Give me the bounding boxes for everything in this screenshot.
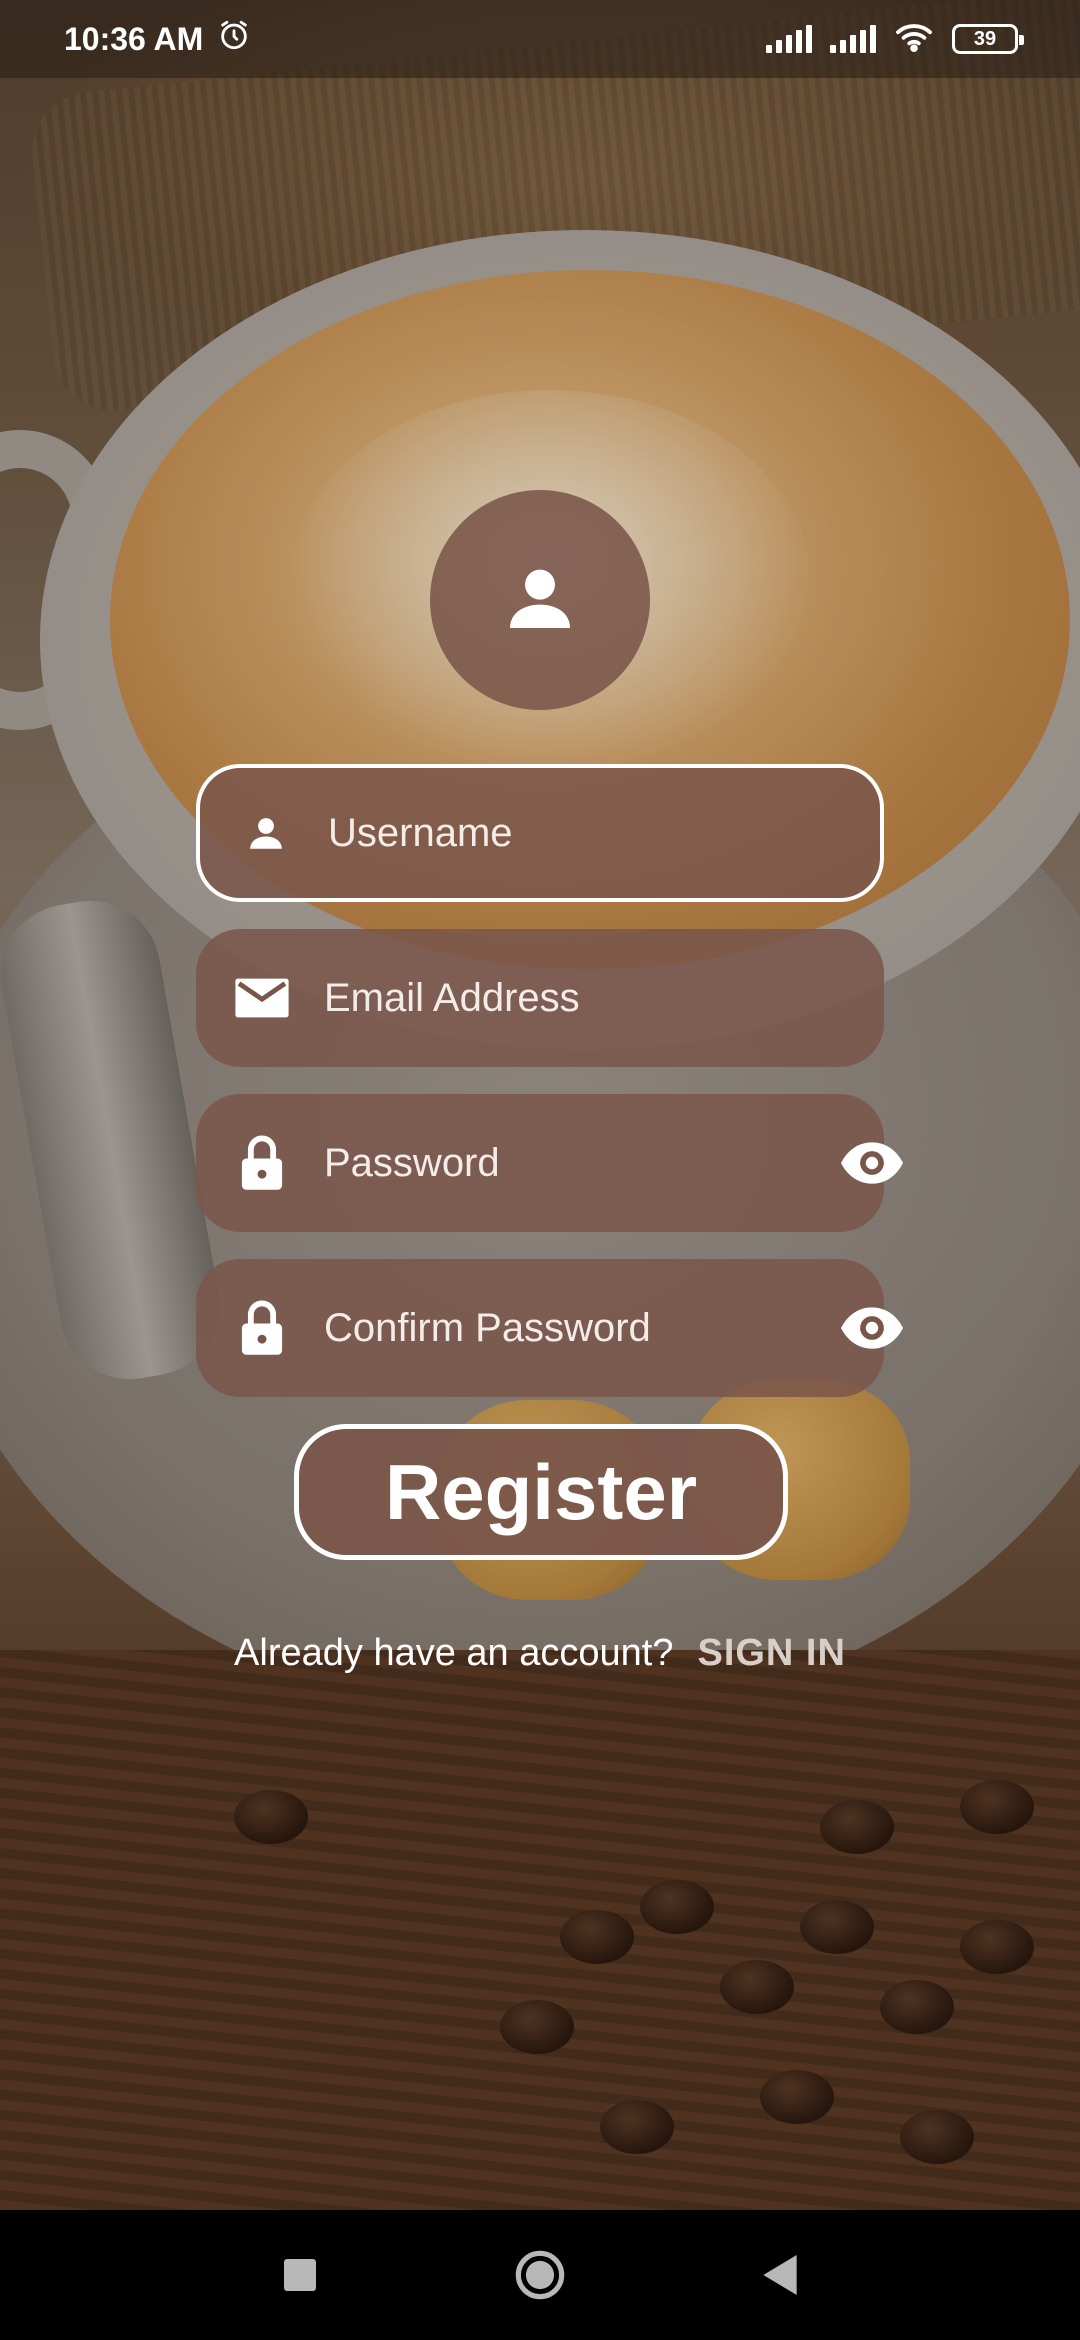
navigation-bar [0,2210,1080,2340]
confirm-password-input[interactable] [292,1259,839,1397]
battery-level: 39 [973,27,997,50]
circle-icon [515,2250,565,2300]
password-input[interactable] [292,1094,839,1232]
signin-link[interactable]: SIGN IN [697,1632,845,1675]
triangle-icon [763,2255,797,2295]
eye-icon[interactable] [839,1130,905,1196]
square-icon [284,2259,316,2291]
lock-icon [232,1298,292,1358]
lock-icon [232,1133,292,1193]
status-time: 10:36 AM [64,20,204,57]
alarm-icon [217,18,251,60]
home-button[interactable] [510,2245,570,2305]
wifi-icon [894,21,934,58]
account-question: Already have an account? [234,1632,674,1674]
person-icon [236,803,296,863]
person-icon [500,558,580,643]
status-bar: 10:36 AM 39 [0,0,1080,78]
status-right: 39 [766,21,1024,58]
back-button[interactable] [750,2245,810,2305]
recents-button[interactable] [270,2245,330,2305]
avatar [430,490,650,710]
email-field[interactable] [196,929,884,1067]
email-input[interactable] [292,929,848,1067]
password-field[interactable] [196,1094,903,1232]
battery-icon: 39 [952,24,1024,54]
signal-icon [830,25,876,53]
signin-prompt: Already have an account? SIGN IN [0,1632,1080,1675]
username-input[interactable] [296,768,844,898]
mail-icon [232,968,292,1028]
username-field[interactable] [196,764,884,902]
confirm-password-field[interactable] [196,1259,903,1397]
signal-icon [766,25,812,53]
status-left: 10:36 AM [64,18,251,60]
eye-icon[interactable] [839,1295,905,1361]
register-button[interactable]: Register [294,1424,788,1560]
